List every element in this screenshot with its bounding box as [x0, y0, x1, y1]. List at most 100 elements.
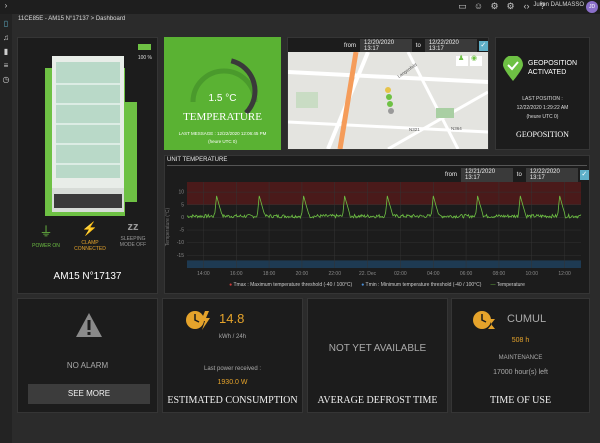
map-eye-icon[interactable]: ◉: [471, 54, 477, 62]
time-of-use-hours: 508 h: [511, 337, 530, 344]
x-tick-label: 12:00: [558, 271, 571, 277]
chart-apply-button[interactable]: ✓: [579, 170, 589, 180]
geoposition-last-label: LAST POSITION :: [522, 96, 563, 102]
x-tick-label: 04:00: [427, 271, 440, 277]
consumption-last-label: Last power received :: [203, 366, 262, 372]
temperature-tile: 1.5 °C TEMPERATURE LAST MESSAGE : 12/22/…: [164, 37, 281, 150]
thermometer-icon[interactable]: ▯: [2, 20, 10, 28]
map-to-label: to: [415, 43, 421, 49]
clamp-icon: ⚡: [81, 221, 99, 236]
sleep-icon: zz: [127, 221, 139, 233]
sliders-icon[interactable]: ≡: [2, 62, 10, 70]
legend-temperature[interactable]: — Temperature: [490, 282, 524, 288]
power-clock-icon: [186, 311, 210, 330]
code-icon[interactable]: ‹›: [521, 1, 532, 12]
map-apply-button[interactable]: ✓: [478, 41, 488, 51]
top-bar: ▭ ☺ ⚙ ⚙ ‹› ? Julien DALMASSO JD: [0, 0, 600, 14]
legend-tmax[interactable]: ● Tmax : Maximum temperature threshold (…: [229, 282, 352, 288]
defrost-title: AVERAGE DEFROST TIME: [317, 395, 438, 406]
alarm-status: NO ALARM: [66, 361, 109, 370]
time-of-use-panel: CUMUL 508 h MAINTENANCE 17000 hour(s) le…: [451, 298, 590, 413]
expand-chevron-icon[interactable]: ›: [2, 2, 10, 10]
status-clamp-label: CLAMP CONNECTED: [74, 240, 106, 252]
x-tick-label: 14:00: [197, 271, 210, 277]
maintenance-label: MAINTENANCE: [498, 355, 543, 361]
consumption-value: 14.8: [219, 311, 245, 326]
device-panel: 100 % ⏚ POWER ON ⚡ CLAMP CONNECTED zz SL…: [17, 37, 158, 294]
x-tick-label: 10:00: [525, 271, 538, 277]
x-tick-label: 16:00: [230, 271, 243, 277]
geoposition-title: GEOPOSITION: [516, 130, 569, 139]
map-person-icon[interactable]: ♟: [458, 54, 464, 62]
map-from-input[interactable]: 12/20/2020 13:17: [360, 39, 412, 53]
consumption-title: ESTIMATED CONSUMPTION: [167, 395, 298, 406]
see-more-button[interactable]: SEE MORE: [28, 384, 150, 404]
left-sidebar: › ▯ ♫ ▮ ≡ ◷: [0, 2, 12, 443]
clock-icon[interactable]: ◷: [2, 76, 10, 84]
chart-from-label: from: [445, 172, 457, 178]
status-clamp: ⚡ CLAMP CONNECTED: [72, 221, 108, 252]
x-tick-label: 08:00: [493, 271, 506, 277]
breadcrumb: 11CE85E - AM15 N°17137 > Dashboard: [18, 16, 126, 22]
unit-temperature-title: UNIT TEMPERATURE: [167, 157, 228, 163]
time-of-use-title: TIME OF USE: [489, 395, 552, 406]
y-tick-label: -10: [177, 240, 184, 246]
time-of-use-label: CUMUL: [507, 313, 547, 325]
device-name: AM15 N°17137: [53, 271, 122, 282]
chart-title-divider: [167, 165, 587, 166]
y-tick-label: -15: [177, 253, 184, 259]
defrost-status: NOT YET AVAILABLE: [328, 343, 427, 354]
map-to-input[interactable]: 12/22/2020 13:17: [424, 39, 477, 53]
warning-icon: [76, 313, 102, 337]
map-road-label-2: N364: [451, 126, 462, 131]
maintenance-remaining: 17000 hour(s) left: [493, 369, 548, 376]
x-tick-label: 18:00: [263, 271, 276, 277]
x-tick-label: 06:00: [460, 271, 473, 277]
plug-icon: ⏚: [39, 224, 53, 239]
geoposition-timezone: (heure UTC 0): [526, 114, 559, 120]
unit-temperature-panel: UNIT TEMPERATURE from 12/21/2020 13:17 t…: [164, 155, 590, 294]
legend-tmax-label: Tmax : Maximum temperature threshold (-4…: [233, 282, 353, 288]
legend-temperature-label: Temperature: [496, 282, 525, 288]
consumption-last-value: 1930.0 W: [217, 379, 248, 386]
tmin-band: [187, 260, 581, 268]
alarm-panel: NO ALARM SEE MORE: [17, 298, 158, 413]
y-tick-label: 5: [181, 202, 184, 208]
battery-icon: [138, 44, 151, 50]
map-panel: from 12/20/2020 13:17 to 12/22/2020 13:1…: [287, 37, 489, 150]
fridge-image: [45, 56, 137, 216]
temperature-last-message: LAST MESSAGE : 12/22/2020 12:06:45 PM: [178, 131, 267, 136]
bell-icon[interactable]: ♫: [2, 34, 10, 42]
geoposition-panel: GEOPOSITION ACTIVATED LAST POSITION : 12…: [495, 37, 590, 150]
legend-tmin[interactable]: ● Tmin : Minimum temperature threshold (…: [361, 282, 481, 288]
temperature-chart[interactable]: 10 5 0 -5 -10 -15 14:00 16:00 18:00 20:00 22:00 22.…: [169, 180, 589, 280]
defrost-panel: NOT YET AVAILABLE AVERAGE DEFROST TIME: [307, 298, 448, 413]
x-tick-label: 22. Dec: [359, 271, 377, 277]
y-tick-label: 10: [178, 190, 184, 196]
geoposition-last-value: 12/22/2020 1:29:22 AM: [516, 105, 569, 111]
x-tick-label: 02:00: [394, 271, 407, 277]
consumption-unit: kWh / 24h: [218, 334, 246, 340]
status-sleeping-label: SLEEPING MODE OFF: [119, 236, 147, 248]
y-tick-label: -5: [180, 228, 185, 234]
bar-chart-icon[interactable]: ▮: [2, 48, 10, 56]
temperature-title: TEMPERATURE: [183, 111, 262, 123]
status-sleeping: zz SLEEPING MODE OFF: [116, 221, 150, 248]
status-power-label: POWER ON: [32, 243, 60, 249]
monitor-icon[interactable]: ▭: [457, 1, 468, 12]
network-icon[interactable]: ⚙: [505, 1, 516, 12]
x-tick-label: 20:00: [296, 271, 309, 277]
chart-legend: ● Tmax : Maximum temperature threshold (…: [165, 282, 589, 288]
users-icon[interactable]: ☺: [473, 1, 484, 12]
gear-icon[interactable]: ⚙: [489, 1, 500, 12]
map-road-label-3: N321: [409, 127, 420, 132]
avatar[interactable]: JD: [586, 1, 598, 13]
map-view[interactable]: [288, 52, 488, 149]
consumption-panel: 14.8 kWh / 24h Last power received : 193…: [162, 298, 303, 413]
y-tick-label: 0: [181, 215, 184, 221]
geoposition-status: GEOPOSITION ACTIVATED: [528, 60, 578, 76]
user-name[interactable]: Julien DALMASSO: [533, 2, 584, 8]
temperature-timezone: (heure UTC 0): [208, 139, 237, 144]
chart-to-label: to: [516, 172, 522, 178]
x-tick-label: 22:00: [328, 271, 341, 277]
